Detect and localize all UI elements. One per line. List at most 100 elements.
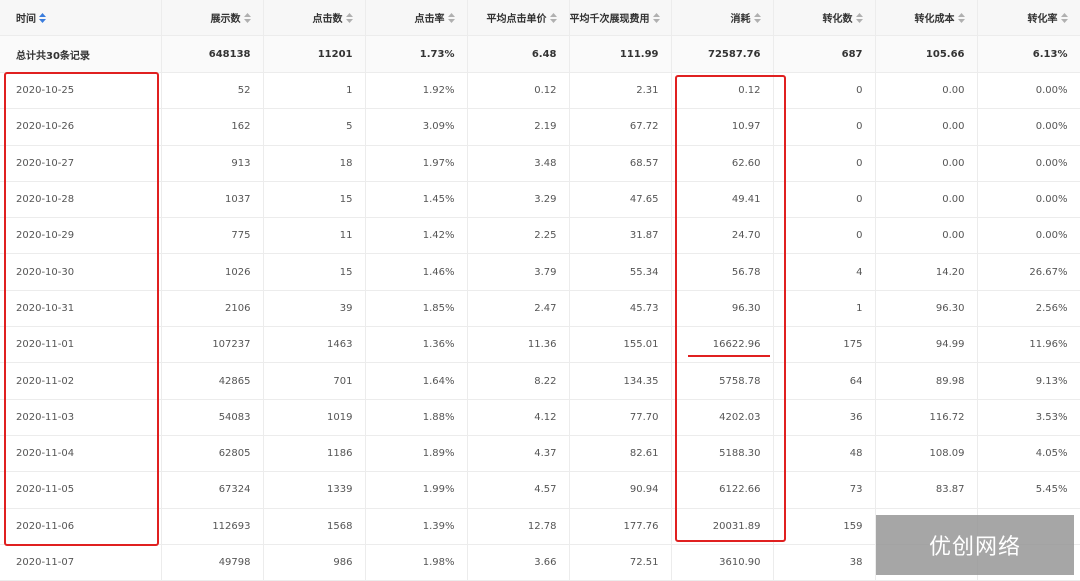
table-cell: 0.00%: [977, 72, 1080, 110]
sort-icon[interactable]: [345, 12, 353, 23]
table-cell: 96.30: [875, 290, 978, 328]
column-header-label: 平均点击单价: [486, 14, 547, 25]
column-header[interactable]: 平均点击单价: [467, 0, 570, 36]
table-cell: 913: [161, 145, 264, 182]
table-row[interactable]: 2020-10-28 1037 15 1.45% 3.29 47.65 49.41 0 0.00…: [0, 181, 1080, 219]
table-cell: 1.92%: [365, 72, 468, 110]
table-cell: 0.00: [875, 145, 978, 182]
table-cell: 1: [263, 72, 366, 110]
sort-icon[interactable]: [39, 12, 46, 23]
report-table: 时间 展示数 点击数 点击率 平均点击单价 平均千次展现费用 消耗 转化数 转化成本 转化率 总计…: [0, 0, 1080, 581]
table-cell: 159: [773, 508, 876, 545]
table-cell: 4.05%: [977, 435, 1080, 473]
table-row[interactable]: 2020-11-03 54083 1019 1.88% 4.12 77.70 4202.03…: [0, 399, 1080, 436]
column-header-label: 点击率: [414, 14, 445, 25]
table-cell: 14.20: [875, 253, 978, 291]
sort-icon[interactable]: [957, 12, 965, 23]
column-header[interactable]: 时间: [0, 0, 162, 36]
table-cell: 1463: [263, 326, 366, 364]
table-cell: 1.64%: [365, 362, 468, 400]
table-cell: 2106: [161, 290, 264, 328]
table-cell: 47.65: [569, 181, 672, 219]
column-header[interactable]: 平均千次展现费用: [569, 0, 672, 36]
table-cell: 11.36: [467, 326, 570, 364]
table-cell: 107237: [161, 326, 264, 364]
table-row[interactable]: 2020-11-04 62805 1186 1.89% 4.37 82.61 5188.30…: [0, 435, 1080, 473]
table-cell: 0: [773, 145, 876, 182]
table-cell: 67.72: [569, 108, 672, 146]
table-row[interactable]: 2020-10-31 2106 39 1.85% 2.47 45.73 96.30 1 96.3…: [0, 290, 1080, 328]
column-header[interactable]: 消耗: [671, 0, 774, 36]
sort-icon[interactable]: [243, 12, 251, 23]
table-cell: 1: [773, 290, 876, 328]
table-cell: 36: [773, 399, 876, 436]
column-header[interactable]: 点击数: [263, 0, 366, 36]
table-cell: 0.12: [467, 72, 570, 110]
table-cell: 90.94: [569, 471, 672, 509]
column-header-label: 转化率: [1027, 14, 1058, 25]
table-row[interactable]: 2020-10-30 1026 15 1.46% 3.79 55.34 56.78 4 14.2…: [0, 253, 1080, 291]
summary-cell: 72587.76: [671, 35, 774, 73]
table-row[interactable]: 2020-11-01 107237 1463 1.36% 11.36 155.01 1662…: [0, 326, 1080, 364]
spend-peak-underline: [688, 355, 770, 357]
summary-cell: 6.48: [467, 35, 570, 73]
table-cell: 1.39%: [365, 508, 468, 545]
table-cell: 11.96%: [977, 326, 1080, 364]
table-cell: 3.79: [467, 253, 570, 291]
table-row[interactable]: 2020-10-26 162 5 3.09% 2.19 67.72 10.97 0 0.00 0.…: [0, 108, 1080, 146]
sort-icon[interactable]: [855, 12, 863, 23]
sort-icon[interactable]: [447, 12, 455, 23]
table-cell: 77.70: [569, 399, 672, 436]
table-cell: 48: [773, 435, 876, 473]
summary-cell: 6.13%: [977, 35, 1080, 73]
sort-icon[interactable]: [753, 12, 761, 23]
table-cell: 1.42%: [365, 217, 468, 255]
table-cell: 2.19: [467, 108, 570, 146]
table-cell: 4: [773, 253, 876, 291]
table-cell: 0: [773, 217, 876, 255]
column-header[interactable]: 点击率: [365, 0, 468, 36]
table-row[interactable]: 2020-10-29 775 11 1.42% 2.25 31.87 24.70 0 0.00 0…: [0, 217, 1080, 255]
table-row[interactable]: 2020-10-27 913 18 1.97% 3.48 68.57 62.60 0 0.00 0…: [0, 145, 1080, 182]
table-row[interactable]: 2020-10-25 52 1 1.92% 0.12 2.31 0.12 0 0.00 0.00%: [0, 72, 1080, 110]
column-header-inner: 点击率: [415, 10, 455, 25]
column-header[interactable]: 转化率: [977, 0, 1080, 36]
table-cell: 1.36%: [365, 326, 468, 364]
table-cell: 1339: [263, 471, 366, 509]
table-cell: 0.00: [875, 72, 978, 110]
column-header[interactable]: 转化成本: [875, 0, 978, 36]
sort-icon[interactable]: [549, 12, 557, 23]
table-cell: 986: [263, 544, 366, 581]
summary-cell: 648138: [161, 35, 264, 73]
column-header-label: 转化数: [822, 14, 853, 25]
table-cell: 83.87: [875, 471, 978, 509]
summary-cell: 687: [773, 35, 876, 73]
table-cell: 1.97%: [365, 145, 468, 182]
table-cell: 67324: [161, 471, 264, 509]
table-cell: 162: [161, 108, 264, 146]
table-cell: 39: [263, 290, 366, 328]
table-cell: 1186: [263, 435, 366, 473]
sort-icon[interactable]: [1060, 12, 1068, 23]
table-cell: 4.37: [467, 435, 570, 473]
column-header[interactable]: 转化数: [773, 0, 876, 36]
table-row[interactable]: 2020-11-05 67324 1339 1.99% 4.57 90.94 6122.66…: [0, 471, 1080, 509]
table-cell: 3.53%: [977, 399, 1080, 436]
column-header-label: 展示数: [210, 14, 241, 25]
column-header-inner: 转化数: [823, 10, 863, 25]
table-cell: 775: [161, 217, 264, 255]
column-header-inner: 转化成本: [915, 10, 965, 25]
table-cell: 9.13%: [977, 362, 1080, 400]
column-header-inner: 消耗: [731, 10, 761, 25]
table-cell: 72.51: [569, 544, 672, 581]
sort-icon[interactable]: [652, 12, 660, 23]
column-header[interactable]: 展示数: [161, 0, 264, 36]
table-cell: 68.57: [569, 145, 672, 182]
table-cell: 134.35: [569, 362, 672, 400]
table-cell: 62805: [161, 435, 264, 473]
table-cell: 0.00: [875, 108, 978, 146]
table-cell: 12.78: [467, 508, 570, 545]
table-cell: 0.00%: [977, 145, 1080, 182]
table-row[interactable]: 2020-11-02 42865 701 1.64% 8.22 134.35 5758.78…: [0, 362, 1080, 400]
table-cell: 0: [773, 72, 876, 110]
